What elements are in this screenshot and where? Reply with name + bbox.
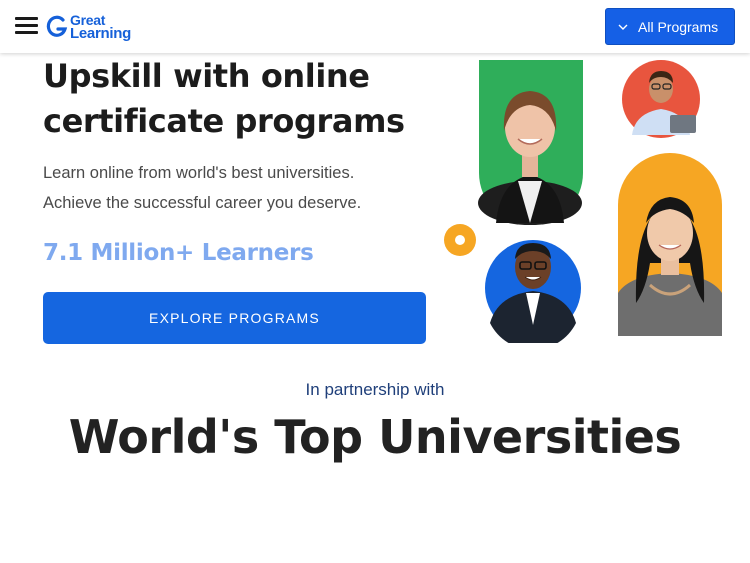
hero-subtitle-line1: Learn online from world's best universit… <box>43 164 355 182</box>
hero-subtitle: Learn online from world's best universit… <box>43 158 443 218</box>
chevron-down-icon <box>618 24 628 30</box>
learner-photo-woman-orange <box>618 153 722 336</box>
great-learning-logo-mark <box>46 15 68 37</box>
partners-heading: World's Top Universities <box>68 410 682 464</box>
hero-subtitle-line2: Achieve the successful career you deserv… <box>43 194 362 212</box>
hero-title-line1: Upskill with online <box>43 57 370 95</box>
learner-photo-woman-green <box>478 60 583 225</box>
partnership-intro: In partnership with <box>305 380 445 399</box>
top-header: Great Learning All Programs <box>0 0 750 53</box>
all-programs-button[interactable]: All Programs <box>605 8 735 45</box>
hero-title: Upskill with online certificate programs <box>43 54 443 144</box>
logo-wordmark: Great Learning <box>70 13 131 41</box>
learner-photo-man-red <box>622 60 700 138</box>
decorative-orange-ring <box>444 224 476 256</box>
explore-programs-button[interactable]: EXPLORE PROGRAMS <box>43 292 426 344</box>
learners-illustration <box>444 60 722 343</box>
menu-icon[interactable] <box>15 16 39 36</box>
learner-photo-man-blue <box>485 240 581 343</box>
all-programs-label: All Programs <box>638 18 719 35</box>
logo-text-line2: Learning <box>70 25 131 42</box>
learners-count: 7.1 Million+ Learners <box>43 240 314 266</box>
great-learning-logo[interactable]: Great Learning <box>46 11 131 43</box>
hero-title-line2: certificate programs <box>43 102 405 140</box>
